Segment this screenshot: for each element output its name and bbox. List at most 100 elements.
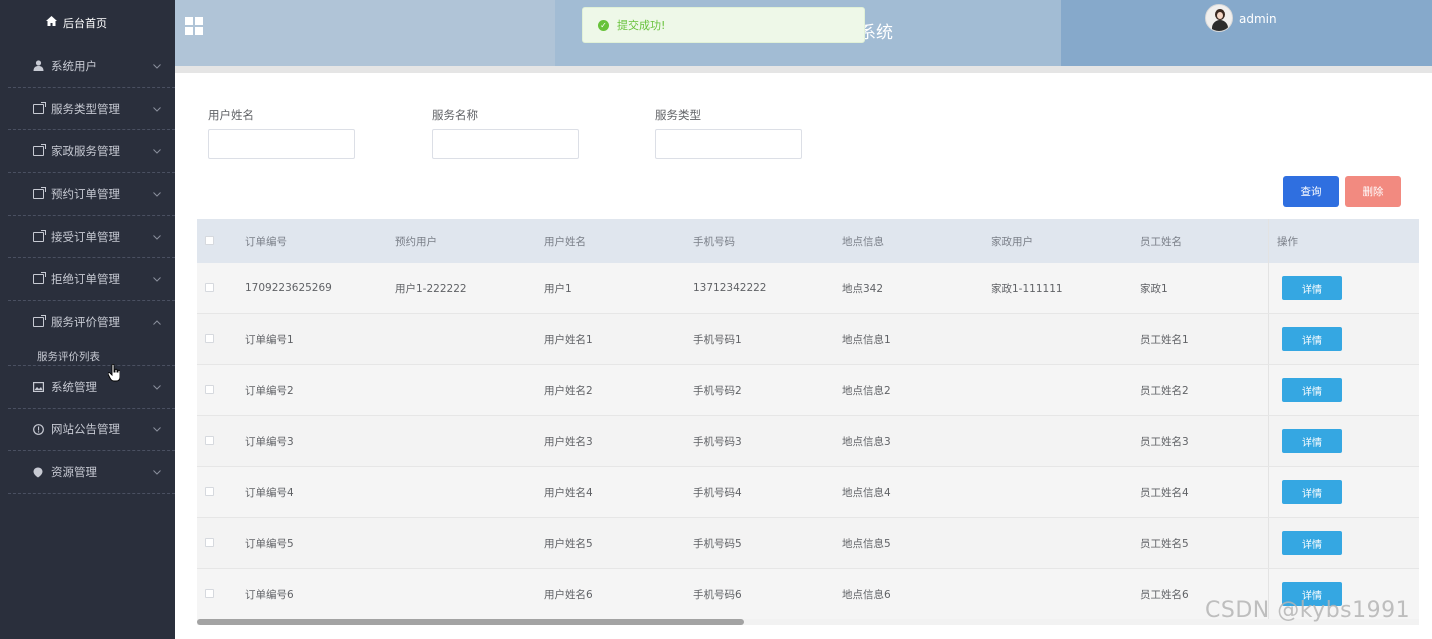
table-cell: 用户姓名4: [544, 486, 593, 499]
sidebar-item-8[interactable]: 系统管理: [8, 366, 175, 409]
table-cell: 订单编号2: [245, 384, 294, 397]
query-button[interactable]: 查询: [1283, 176, 1339, 207]
search-label-service-type: 服务类型: [655, 108, 701, 122]
sidebar-item-4[interactable]: 预约订单管理: [8, 173, 175, 216]
table-cell: 地点信息2: [842, 384, 891, 397]
row-checkbox[interactable]: [205, 589, 214, 598]
sidebar-item-2[interactable]: 服务类型管理: [8, 88, 175, 131]
table-cell: 用户1-222222: [395, 282, 467, 295]
column-header: 员工姓名: [1140, 235, 1182, 248]
table-row[interactable]: 订单编号1 用户姓名1 手机号码1 地点信息1 员工姓名1 详情: [197, 314, 1419, 365]
table-cell: 订单编号4: [245, 486, 294, 499]
sidebar-item-10[interactable]: 资源管理: [8, 451, 175, 494]
table-cell: 手机号码2: [693, 384, 742, 397]
delete-button[interactable]: 删除: [1345, 176, 1401, 207]
sidebar: 后台首页 系统用户 服务类型管理 家政服务管理 预约订单管理 接受订单管理 拒绝订单管理服…: [0, 0, 175, 639]
search-input-service-type[interactable]: [655, 129, 802, 159]
table-cell: 家政1-111111: [991, 282, 1063, 295]
menu-toggle-icon[interactable]: [185, 17, 203, 35]
detail-button[interactable]: 详情: [1282, 429, 1342, 453]
column-header: 家政用户: [991, 235, 1033, 248]
table-cell: 手机号码1: [693, 333, 742, 346]
detail-button[interactable]: 详情: [1282, 480, 1342, 504]
table-row[interactable]: 订单编号2 用户姓名2 手机号码2 地点信息2 员工姓名2 详情: [197, 365, 1419, 416]
horizontal-scrollbar-thumb[interactable]: [197, 619, 744, 625]
table-cell: 手机号码5: [693, 537, 742, 550]
edit-icon: [32, 101, 46, 115]
table-cell: 员工姓名1: [1140, 333, 1189, 346]
search-input-username[interactable]: [208, 129, 355, 159]
sidebar-item-label: 服务评价管理: [51, 315, 120, 330]
select-all-checkbox[interactable]: [205, 236, 214, 245]
sidebar-item-label: 家政服务管理: [51, 144, 120, 159]
row-checkbox[interactable]: [205, 283, 214, 292]
chevron-down-icon: [153, 274, 161, 285]
success-toast: ✓ 提交成功!: [582, 7, 865, 43]
chevron-up-icon: [153, 317, 161, 328]
table-cell: 员工姓名4: [1140, 486, 1189, 499]
sidebar-item-label: 接受订单管理: [51, 229, 120, 244]
sidebar-item-5[interactable]: 接受订单管理: [8, 216, 175, 259]
sidebar-home-label: 后台首页: [63, 16, 107, 30]
chevron-down-icon: [153, 232, 161, 243]
table-cell: 家政1: [1140, 282, 1168, 295]
header-right-band: [1061, 0, 1432, 66]
table-cell: 员工姓名2: [1140, 384, 1189, 397]
chevron-down-icon: [153, 61, 161, 72]
search-label-username: 用户姓名: [208, 108, 254, 122]
table-cell: 用户姓名5: [544, 537, 593, 550]
table-row[interactable]: 1709223625269 用户1-222222 用户1 13712342222 地点3…: [197, 263, 1419, 314]
avatar[interactable]: [1205, 4, 1233, 32]
table-cell: 员工姓名5: [1140, 537, 1189, 550]
toast-message: 提交成功!: [617, 19, 666, 32]
sidebar-item-3[interactable]: 家政服务管理: [8, 130, 175, 174]
edit-icon: [32, 186, 46, 200]
row-checkbox[interactable]: [205, 487, 214, 496]
column-header: 订单编号: [245, 235, 287, 248]
table-cell: 地点信息6: [842, 588, 891, 601]
table-cell: 订单编号5: [245, 537, 294, 550]
sidebar-item-label: 资源管理: [51, 465, 97, 480]
sidebar-item-1[interactable]: 系统用户: [8, 45, 175, 88]
check-circle-icon: ✓: [598, 19, 609, 31]
submenu-item-review-list[interactable]: 服务评价列表: [8, 344, 175, 366]
table-cell: 用户姓名6: [544, 588, 593, 601]
chevron-down-icon: [153, 146, 161, 157]
row-checkbox[interactable]: [205, 538, 214, 547]
detail-button[interactable]: 详情: [1282, 531, 1342, 555]
sidebar-item-9[interactable]: 网站公告管理: [8, 409, 175, 452]
edit-icon: [32, 272, 46, 285]
table-cell: 用户姓名2: [544, 384, 593, 397]
table-cell: 用户姓名1: [544, 333, 593, 346]
table-row[interactable]: 订单编号3 用户姓名3 手机号码3 地点信息3 员工姓名3 详情: [197, 416, 1419, 467]
sidebar-item-label: 服务类型管理: [51, 101, 120, 116]
sidebar-item-label: 网站公告管理: [51, 422, 120, 437]
table-row[interactable]: 订单编号4 用户姓名4 手机号码4 地点信息4 员工姓名4 详情: [197, 467, 1419, 518]
detail-button[interactable]: 详情: [1282, 378, 1342, 402]
detail-button[interactable]: 详情: [1282, 327, 1342, 351]
sidebar-home[interactable]: 后台首页: [8, 0, 175, 45]
order-table: 订单编号 预约用户 用户姓名 手机号码 地点信息 家政用户 员工姓名 操作 1709223625…: [197, 219, 1419, 619]
chevron-down-icon: [153, 424, 161, 435]
table-cell: 用户1: [544, 282, 572, 295]
row-checkbox[interactable]: [205, 334, 214, 343]
sidebar-item-label: 系统用户: [51, 58, 97, 73]
home-icon: [46, 16, 57, 29]
column-header: 用户姓名: [544, 235, 586, 248]
row-checkbox[interactable]: [205, 385, 214, 394]
row-checkbox[interactable]: [205, 436, 214, 445]
sidebar-item-6[interactable]: 拒绝订单管理: [8, 258, 175, 302]
sidebar-item-label: 拒绝订单管理: [51, 272, 120, 287]
watermark: CSDN @kybs1991: [1205, 598, 1411, 623]
table-cell: 手机号码4: [693, 486, 742, 499]
table-row[interactable]: 订单编号5 用户姓名5 手机号码5 地点信息5 员工姓名5 详情: [197, 518, 1419, 569]
sidebar-item-7[interactable]: 服务评价管理: [8, 301, 175, 344]
table-header: 订单编号 预约用户 用户姓名 手机号码 地点信息 家政用户 员工姓名 操作: [197, 219, 1419, 263]
column-header: 预约用户: [395, 235, 437, 248]
submenu-item-label: 服务评价列表: [37, 350, 100, 363]
user-name[interactable]: admin: [1239, 12, 1277, 26]
table-cell: 地点信息5: [842, 537, 891, 550]
detail-button[interactable]: 详情: [1282, 276, 1342, 300]
search-input-service-name[interactable]: [432, 129, 579, 159]
edit-icon: [32, 144, 46, 157]
